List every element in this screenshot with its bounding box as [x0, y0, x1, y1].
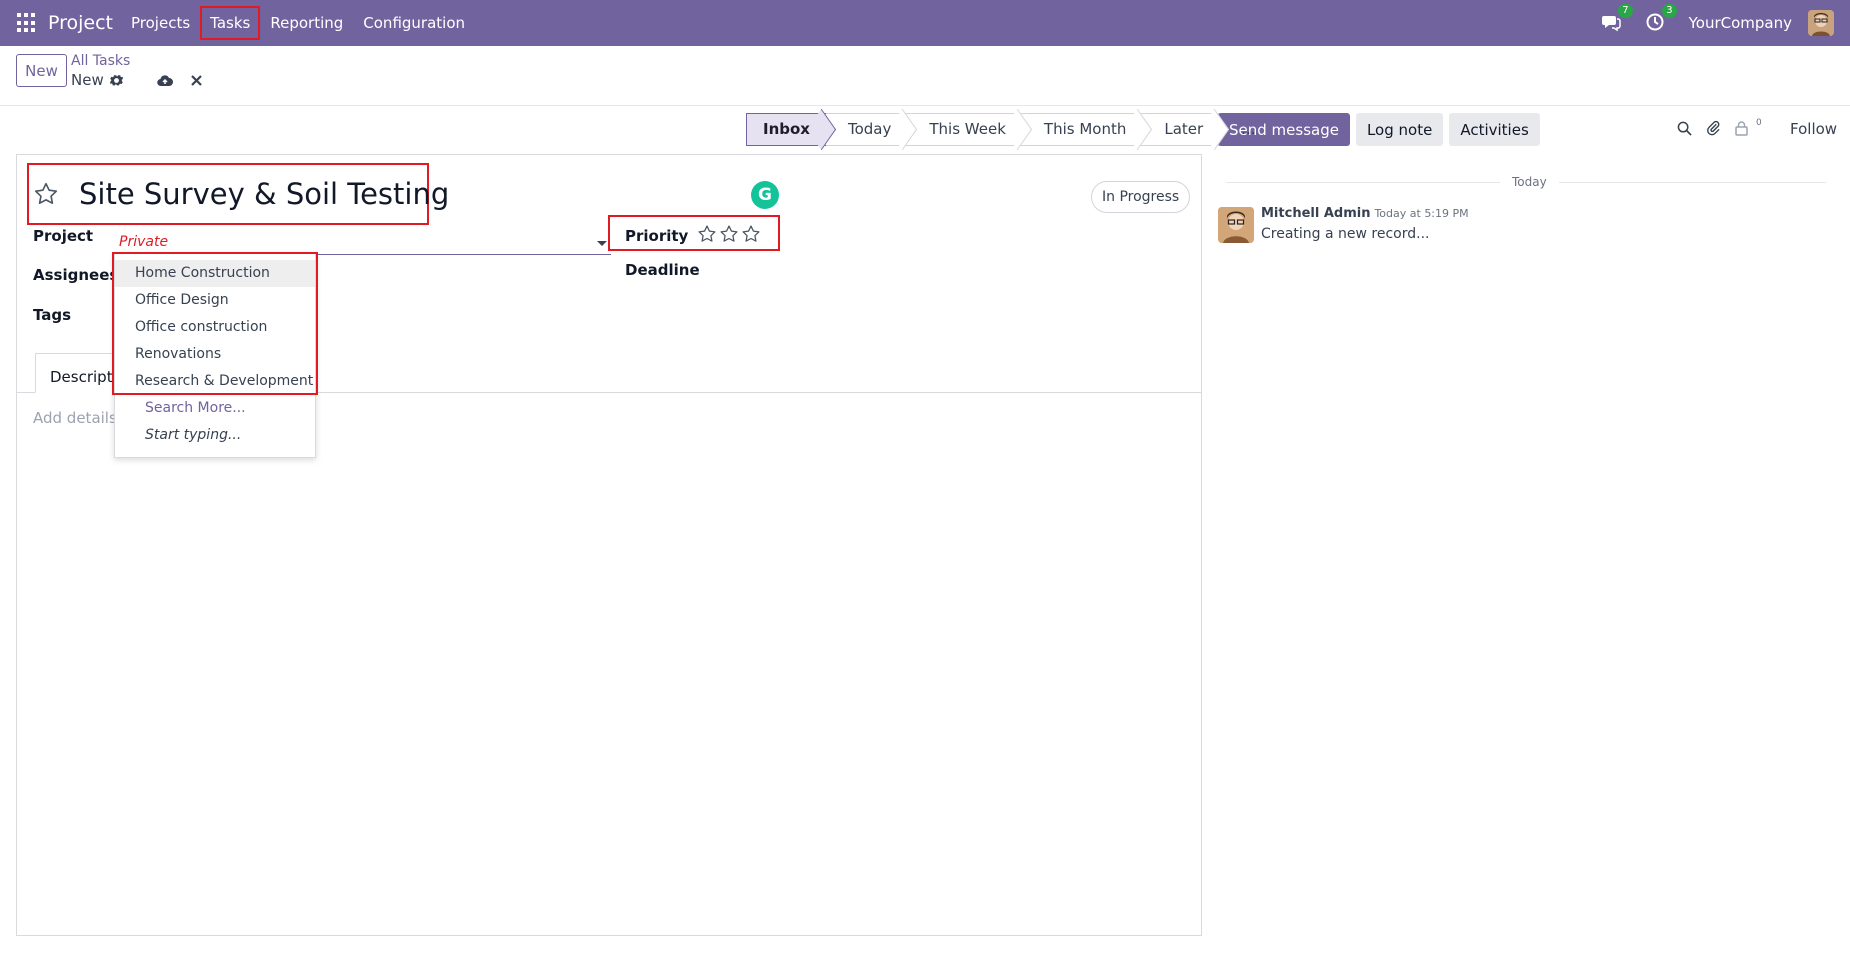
grammarly-letter: G: [758, 185, 772, 205]
breadcrumb-current-label: New: [71, 71, 104, 89]
stage-today[interactable]: Today: [825, 113, 908, 146]
followers-lock-icon[interactable]: [1735, 120, 1748, 140]
date-separator-label: Today: [1500, 175, 1559, 189]
menu-reporting[interactable]: Reporting: [260, 6, 353, 40]
option-office-design[interactable]: Office Design: [115, 287, 315, 314]
project-input[interactable]: Private: [119, 234, 168, 250]
project-field[interactable]: Private: [115, 229, 611, 255]
priority-widget: [697, 224, 761, 248]
stage-later-label: Later: [1164, 120, 1204, 138]
stage-inbox-label: Inbox: [763, 120, 810, 138]
follow-button[interactable]: Follow: [1790, 120, 1837, 138]
task-state-badge[interactable]: In Progress: [1091, 181, 1191, 213]
start-typing-hint[interactable]: Start typing...: [145, 427, 241, 443]
grammarly-icon[interactable]: G: [751, 181, 779, 209]
label-assignees: Assignees: [33, 266, 119, 284]
label-tags: Tags: [33, 306, 72, 324]
stage-more-label: ...: [1241, 120, 1256, 138]
messages-icon[interactable]: 7: [1601, 4, 1633, 34]
stage-today-label: Today: [847, 120, 892, 138]
stage-this-month[interactable]: This Month: [1021, 113, 1143, 146]
main-menu: Projects Tasks Reporting Configuration: [121, 6, 475, 40]
control-panel: New All Tasks New: [0, 46, 1850, 106]
stage-this-week[interactable]: This Week: [907, 113, 1022, 146]
search-icon[interactable]: [1677, 121, 1692, 140]
option-research-development[interactable]: Research & Development: [115, 368, 315, 395]
project-autocomplete-dropdown: Home Construction Office Design Office c…: [114, 253, 316, 458]
stage-inbox[interactable]: Inbox: [746, 113, 826, 146]
breadcrumb-all-tasks[interactable]: All Tasks: [71, 53, 130, 69]
menu-configuration[interactable]: Configuration: [353, 6, 475, 40]
message-body: Creating a new record...: [1261, 226, 1430, 242]
stage-this-week-label: This Week: [929, 120, 1006, 138]
label-project: Project: [33, 227, 94, 245]
task-title-input[interactable]: Site Survey & Soil Testing: [79, 177, 449, 211]
label-priority: Priority: [625, 227, 689, 245]
gear-icon[interactable]: [109, 74, 123, 87]
new-button[interactable]: New: [16, 54, 67, 87]
caret-down-icon[interactable]: [597, 241, 607, 246]
log-note-button[interactable]: Log note: [1355, 113, 1444, 146]
followers-count: 0: [1756, 118, 1762, 128]
option-home-construction[interactable]: Home Construction: [115, 260, 315, 287]
chatter-tools: 0: [1677, 118, 1768, 140]
save-cloud-icon[interactable]: [156, 74, 173, 87]
message-author-name: Mitchell Admin: [1261, 206, 1371, 221]
discard-close-icon[interactable]: [190, 74, 202, 86]
priority-star-icon[interactable]: [719, 224, 739, 248]
priority-star-icon[interactable]: [697, 224, 717, 248]
option-office-construction[interactable]: Office construction: [115, 314, 315, 341]
label-deadline: Deadline: [625, 261, 700, 279]
priority-star-icon[interactable]: [741, 224, 761, 248]
stage-this-month-label: This Month: [1043, 120, 1127, 138]
menu-projects[interactable]: Projects: [121, 6, 200, 40]
messages-count-badge: 7: [1618, 4, 1633, 18]
message-time: Today at 5:19 PM: [1374, 207, 1469, 220]
paperclip-icon[interactable]: [1706, 120, 1721, 140]
search-more-link[interactable]: Search More...: [145, 400, 246, 416]
top-navbar: Project Projects Tasks Reporting Configu…: [0, 0, 1850, 46]
stage-later[interactable]: Later: [1142, 113, 1220, 146]
activities-clock-icon[interactable]: 3: [1645, 4, 1677, 34]
favorite-star-icon[interactable]: [33, 181, 59, 211]
breadcrumb-current: New: [71, 71, 202, 89]
chatter-topbar: Send message Log note Activities: [1218, 113, 1540, 146]
apps-grid-icon[interactable]: [17, 13, 37, 33]
company-switcher[interactable]: YourCompany: [1689, 14, 1792, 32]
activities-button[interactable]: Activities: [1449, 113, 1540, 146]
user-avatar[interactable]: [1808, 10, 1834, 36]
activities-count-badge: 3: [1662, 4, 1677, 18]
option-renovations[interactable]: Renovations: [115, 341, 315, 368]
stage-statusbar: Inbox Today This Week This Month Later .…: [746, 113, 1269, 146]
app-brand[interactable]: Project: [48, 12, 113, 34]
menu-tasks[interactable]: Tasks: [200, 6, 261, 40]
message-author[interactable]: Mitchell Admin Today at 5:19 PM: [1261, 206, 1469, 221]
send-message-button[interactable]: Send message: [1218, 113, 1350, 146]
navbar-systray: 7 3 YourCompany: [1601, 0, 1850, 46]
message-author-avatar[interactable]: [1218, 207, 1254, 243]
